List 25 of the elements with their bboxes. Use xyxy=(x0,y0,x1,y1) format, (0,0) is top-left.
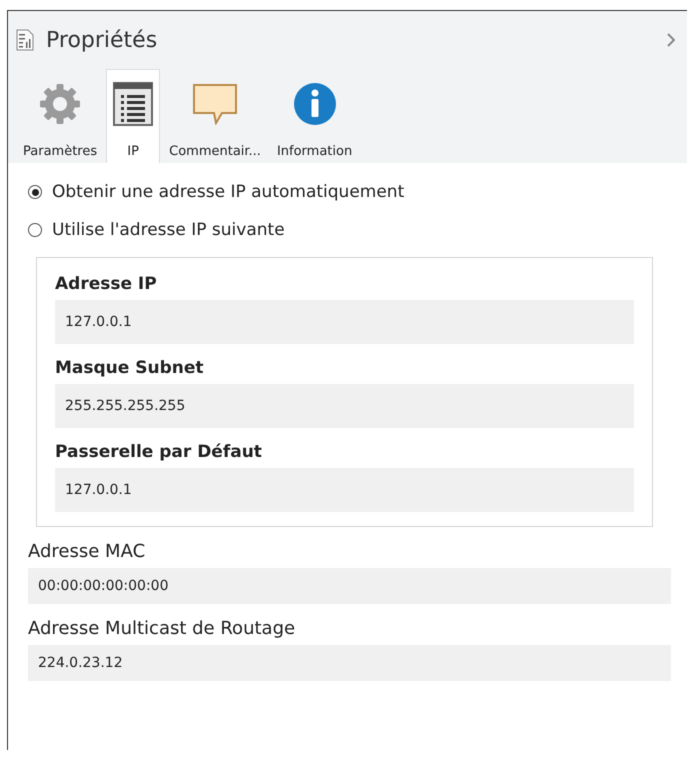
field-label: Adresse IP xyxy=(55,273,158,296)
list-icon xyxy=(113,82,154,126)
text-field[interactable]: 127.0.0.1 xyxy=(55,468,634,512)
tab[interactable]: Commentair... xyxy=(162,69,268,163)
speech-bubble-icon xyxy=(192,83,238,125)
field-label: Masque Subnet xyxy=(55,357,205,380)
tab[interactable]: Paramètres xyxy=(16,69,104,163)
text-field[interactable]: 224.0.23.12 xyxy=(28,645,671,681)
chevron-right-icon[interactable] xyxy=(667,33,675,47)
info-icon xyxy=(292,82,337,126)
text-field[interactable]: 127.0.0.1 xyxy=(55,300,634,344)
radio-label: Obtenir une adresse IP automatiquement xyxy=(52,182,404,202)
document-icon xyxy=(16,29,34,51)
radio-label: Utilise l'adresse IP suivante xyxy=(52,220,285,240)
radio-button[interactable] xyxy=(28,185,42,199)
tab[interactable]: IP xyxy=(106,69,160,163)
radio-button[interactable] xyxy=(28,223,42,237)
tab[interactable]: Information xyxy=(270,69,360,163)
gear-icon xyxy=(38,82,82,126)
field-label: Adresse Multicast de Routage xyxy=(28,617,296,641)
panel-title: Propriétés xyxy=(46,28,158,52)
text-field[interactable]: 255.255.255.255 xyxy=(55,384,634,428)
field-label: Adresse MAC xyxy=(28,540,146,564)
field-label: Passerelle par Défaut xyxy=(55,441,263,464)
text-field[interactable]: 00:00:00:00:00:00 xyxy=(28,568,671,604)
